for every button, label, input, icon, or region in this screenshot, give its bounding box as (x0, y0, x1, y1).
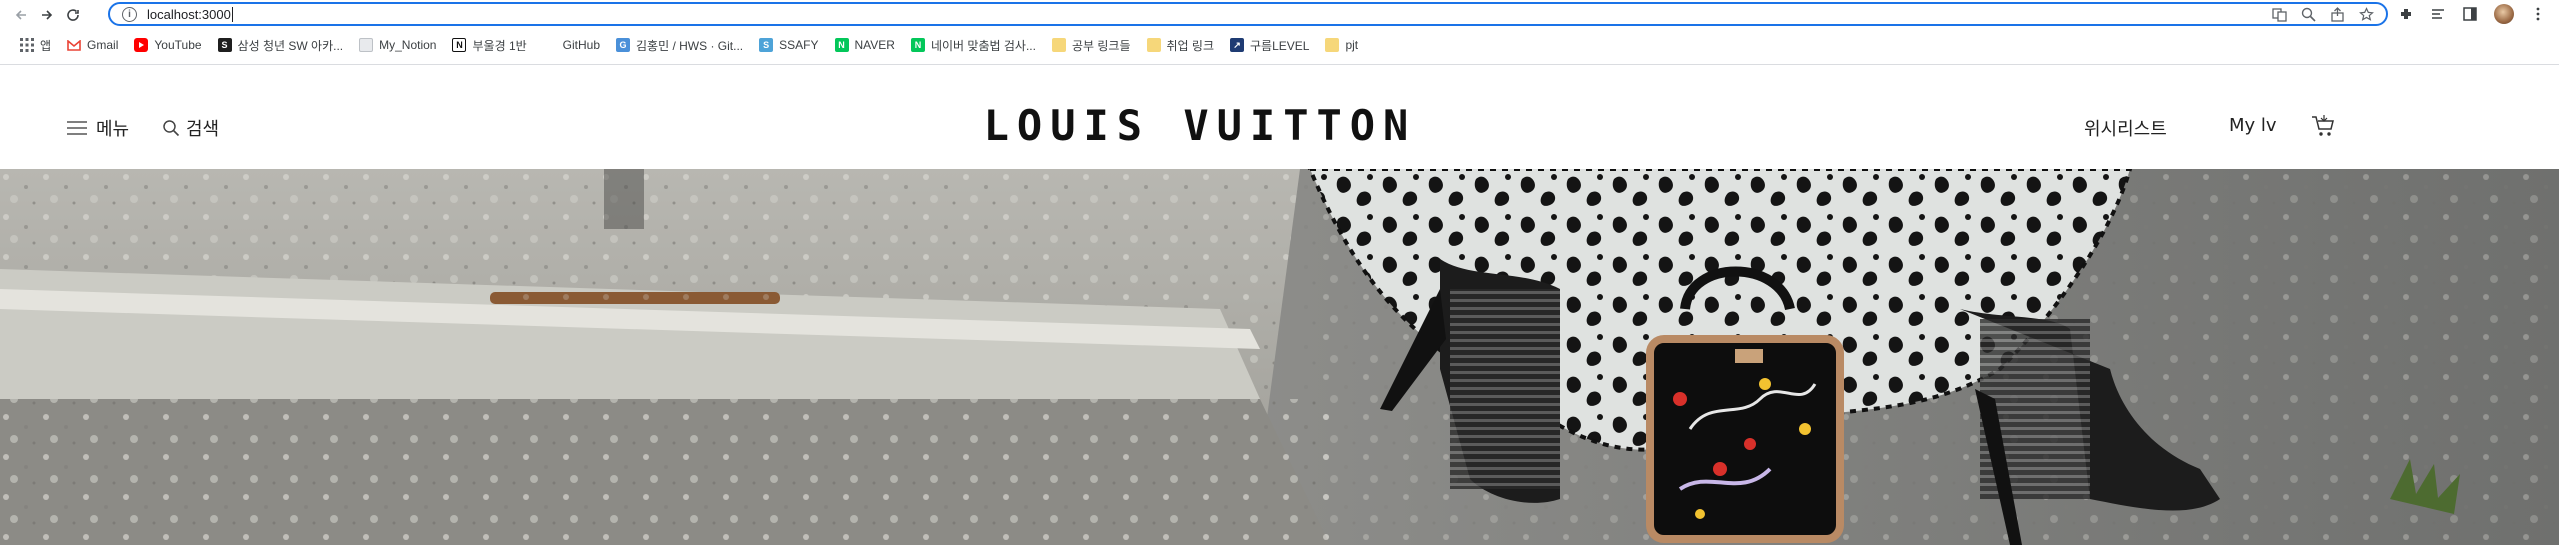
wishlist-link[interactable]: 위시리스트 (2084, 115, 2167, 141)
bookmark-label: 공부 링크들 (1071, 38, 1131, 53)
bookmark-naver[interactable]: N NAVER (827, 34, 903, 56)
github-icon (543, 38, 557, 52)
bookmark-label: 네이버 맞춤법 검사... (930, 38, 1036, 53)
bookmark-label: NAVER (854, 38, 895, 52)
notion-page-icon (359, 38, 374, 52)
bookmark-label: My_Notion (379, 38, 437, 52)
goorm-icon: ↗ (1230, 38, 1244, 52)
back-arrow-icon (15, 9, 26, 20)
bookmark-ssafy-academy[interactable]: S 삼성 청년 SW 아카... (210, 34, 352, 56)
folder-icon (1051, 38, 1066, 52)
hero-banner[interactable] (0, 169, 2559, 545)
bookmark-label: Gmail (87, 38, 119, 52)
side-panel-icon[interactable] (2462, 6, 2478, 22)
bookmark-github[interactable]: GitHub (535, 34, 608, 56)
gmail-icon (67, 38, 81, 52)
bookmark-folder-pjt[interactable]: pjt (1317, 34, 1366, 56)
bookmark-apps[interactable]: 앱 (12, 34, 59, 56)
share-icon[interactable] (2330, 7, 2345, 22)
folder-icon (1325, 38, 1340, 52)
ssafy-bookmark-icon: S (217, 38, 232, 52)
site-header: 메뉴 검색 LOUIS VUITTON 위시리스트 My lv (0, 65, 2559, 169)
back-button[interactable] (8, 2, 34, 28)
browser-toolbar: i localhost:3000 (0, 0, 2559, 29)
reload-icon (67, 8, 79, 21)
brand-logo[interactable]: LOUIS VUITTON (0, 101, 2400, 150)
bookmark-my-notion[interactable]: My_Notion (351, 34, 444, 56)
bookmark-label: 구름LEVEL (1250, 38, 1310, 53)
folder-icon (1146, 38, 1161, 52)
translate-icon[interactable] (2272, 7, 2287, 22)
text-caret (231, 6, 233, 22)
bookmark-star-icon[interactable] (2359, 7, 2374, 22)
bookmark-naver-spellcheck[interactable]: N 네이버 맞춤법 검사... (903, 34, 1044, 56)
notion-icon: N (452, 38, 467, 52)
bookmark-label: SSAFY (779, 38, 819, 52)
ssafy-icon: S (759, 38, 774, 52)
reading-list-icon[interactable] (2430, 6, 2446, 22)
git-icon: G (616, 38, 631, 52)
bookmark-gmail[interactable]: Gmail (59, 34, 126, 56)
bookmark-goorm-level[interactable]: ↗ 구름LEVEL (1222, 34, 1317, 56)
profile-avatar[interactable] (2494, 4, 2514, 24)
bookmark-folder-study[interactable]: 공부 링크들 (1044, 34, 1139, 56)
youtube-icon (134, 38, 149, 52)
my-lv-link[interactable]: My lv (2229, 115, 2277, 136)
site-info-icon[interactable]: i (122, 6, 137, 22)
bookmark-label: pjt (1345, 38, 1359, 52)
cart-icon[interactable] (2310, 113, 2336, 139)
forward-arrow-icon (42, 9, 53, 20)
zoom-icon[interactable] (2301, 7, 2316, 22)
bookmarks-bar: 앱 Gmail YouTube S 삼성 청년 SW 아카... My_Noti… (0, 32, 2559, 58)
bookmark-label: GitHub (562, 38, 601, 52)
bookmark-hws-git[interactable]: G 김홍민 / HWS · Git... (608, 34, 751, 56)
bookmark-label: 부울경 1반 (472, 38, 527, 53)
more-menu-icon[interactable] (2530, 6, 2546, 22)
address-bar[interactable]: i localhost:3000 (108, 2, 2388, 26)
bookmark-label: 김홍민 / HWS · Git... (636, 38, 744, 53)
bookmark-ssafy[interactable]: S SSAFY (751, 34, 826, 56)
reload-button[interactable] (60, 2, 86, 28)
extensions-icon[interactable] (2398, 6, 2414, 22)
bookmark-label: YouTube (154, 38, 202, 52)
naver-icon: N (910, 38, 925, 52)
fashion-hero-image (0, 169, 2559, 545)
address-bar-actions (2272, 7, 2374, 22)
naver-icon: N (834, 38, 849, 52)
bookmark-label: 취업 링크 (1166, 38, 1215, 53)
apps-grid-icon (20, 38, 34, 52)
bookmark-label: 앱 (40, 38, 52, 53)
address-bar-url[interactable]: localhost:3000 (147, 7, 231, 22)
forward-button[interactable] (34, 2, 60, 28)
bookmark-folder-jobs[interactable]: 취업 링크 (1139, 34, 1223, 56)
bookmark-youtube[interactable]: YouTube (126, 34, 209, 56)
bookmark-label: 삼성 청년 SW 아카... (237, 38, 344, 53)
bookmark-busan-class[interactable]: N 부울경 1반 (444, 34, 534, 56)
browser-right-icons (2398, 4, 2546, 24)
